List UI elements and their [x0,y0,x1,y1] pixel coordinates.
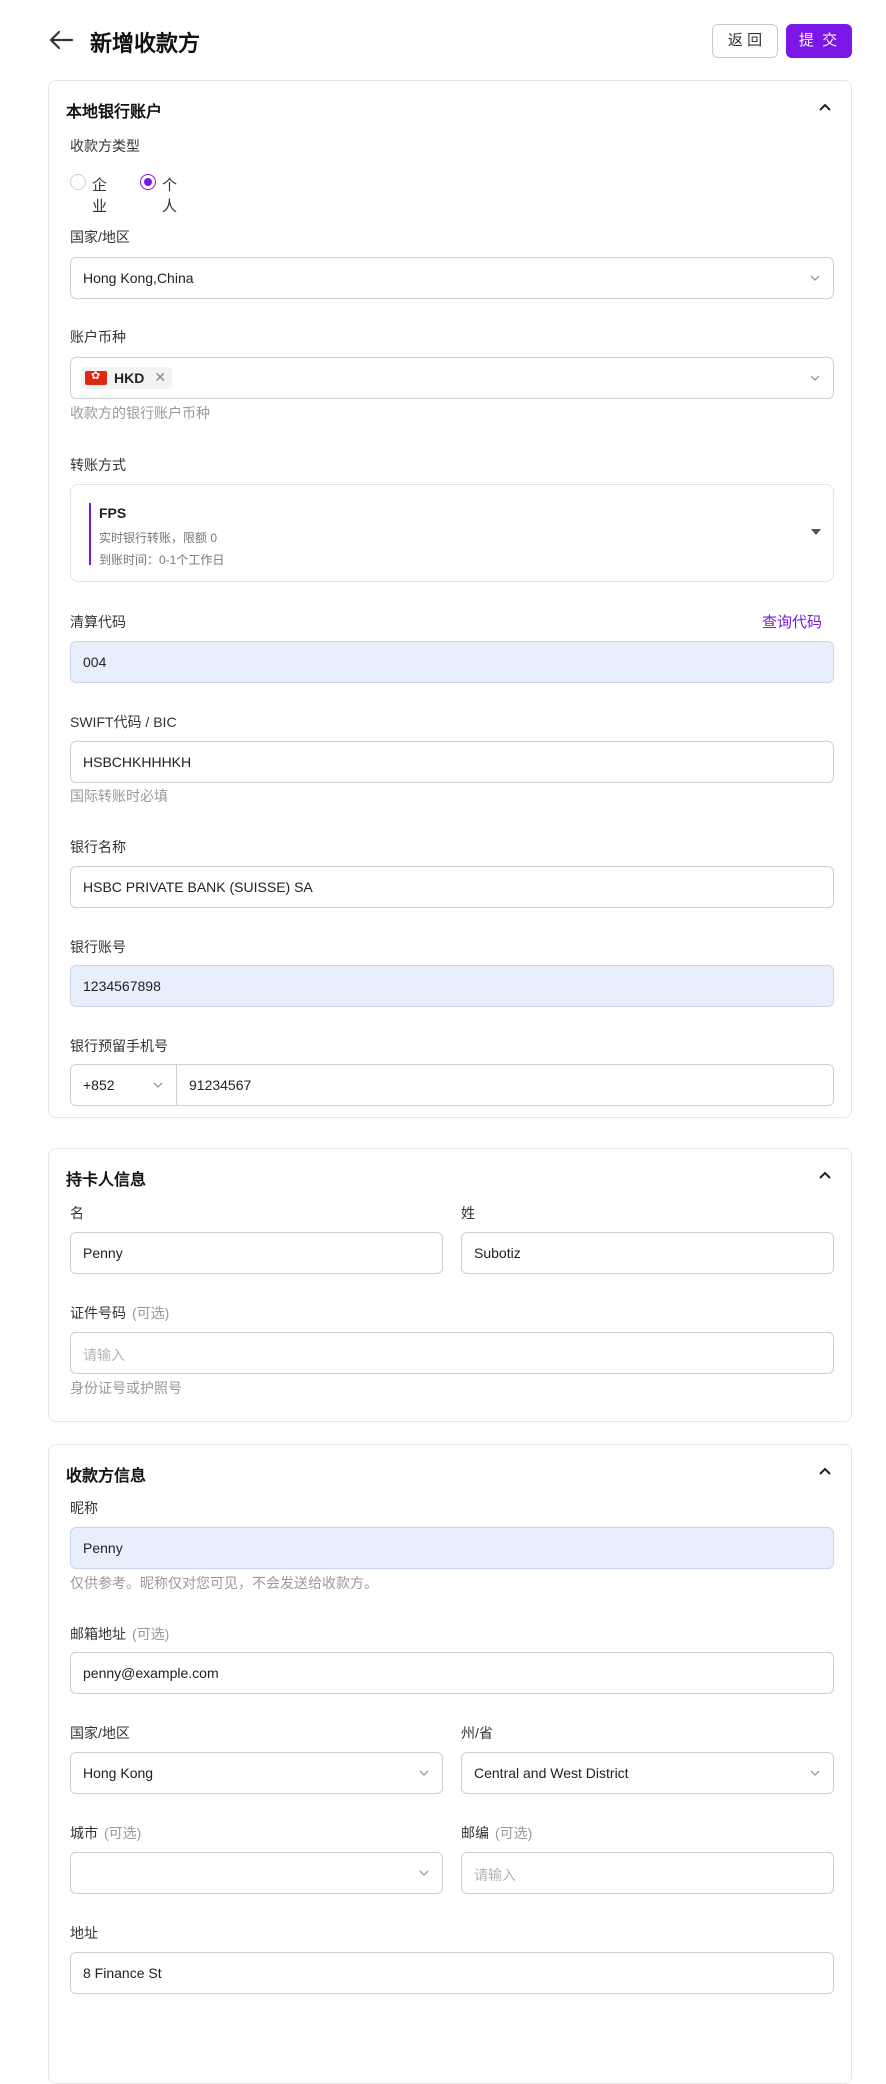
chevron-up-icon[interactable] [817,99,833,115]
currency-tag: HKD ✕ [81,367,173,389]
account-number-input[interactable]: 1234567898 [70,965,834,1007]
id-number-input[interactable]: 请输入 [70,1332,834,1374]
address-input[interactable]: 8 Finance St [70,1952,834,1994]
radio-enterprise-label[interactable]: 企业 [92,174,107,216]
optional-tag: (可选) [132,1626,170,1642]
return-button[interactable]: 返 回 [712,24,778,58]
swift-label: SWIFT代码 / BIC [70,714,177,730]
currency-label: 账户币种 [70,329,126,345]
id-number-label-text: 证件号码 [70,1305,126,1321]
phone-code-select[interactable]: +852 [70,1064,177,1106]
first-name-input[interactable]: Penny [70,1232,443,1274]
transfer-method-select[interactable]: FPS 实时银行转账，限额 0 到账时间：0-1个工作日 [70,484,834,582]
currency-hint: 收款方的银行账户币种 [70,405,210,421]
optional-tag: (可选) [495,1825,533,1841]
bank-name-input[interactable]: HSBC PRIVATE BANK (SUISSE) SA [70,866,834,908]
state-select[interactable]: Central and West District [461,1752,834,1794]
city-label: 城市 (可选) [70,1823,141,1843]
query-code-link[interactable]: 查询代码 [762,611,822,632]
chevron-up-icon[interactable] [817,1463,833,1479]
id-number-label: 证件号码 (可选) [70,1303,169,1323]
clearing-code-label: 清算代码 [70,614,126,630]
radio-enterprise[interactable] [70,174,86,190]
address-label: 地址 [70,1925,98,1941]
page-header: 新增收款方 返 回 提 交 [0,0,886,80]
state-value: Central and West District [474,1765,629,1781]
chevron-down-icon [810,1770,820,1776]
optional-tag: (可选) [104,1825,142,1841]
email-label-text: 邮箱地址 [70,1626,126,1642]
bank-account-section: 本地银行账户 [48,80,852,1118]
radio-individual-label[interactable]: 个人 [162,174,177,216]
section-title: 收款方信息 [66,1468,147,1485]
section-title: 本地银行账户 [66,104,163,121]
city-select[interactable] [70,1852,443,1894]
email-input[interactable]: penny@example.com [70,1652,834,1694]
nickname-label: 昵称 [70,1500,98,1516]
city-label-text: 城市 [70,1825,98,1841]
zip-label: 邮编 (可选) [461,1823,532,1843]
hk-flag-icon [85,369,107,385]
currency-tag-text: HKD [114,370,145,386]
submit-button[interactable]: 提 交 [786,24,852,58]
close-icon[interactable]: ✕ [154,370,166,386]
country-label: 国家/地区 [70,229,130,245]
last-name-label: 姓 [461,1205,475,1221]
page-title: 新增收款方 [90,31,201,56]
swift-value: HSBCHKHHHKH [83,754,192,770]
optional-tag: (可选) [132,1305,170,1321]
swift-input[interactable]: HSBCHKHHHKH [70,741,834,783]
chevron-down-icon [419,1770,429,1776]
radio-individual[interactable] [140,174,156,190]
zip-placeholder: 请输入 [474,1867,516,1883]
nickname-value: Penny [83,1540,123,1556]
state-label: 州/省 [461,1725,493,1741]
payee-country-value: Hong Kong [83,1765,154,1781]
clearing-code-value: 004 [83,654,107,670]
email-value: penny@example.com [83,1665,219,1681]
first-name-value: Penny [83,1245,123,1261]
chevron-down-icon [810,275,820,281]
nickname-hint: 仅供参考。昵称仅对您可见，不会发送给收款方。 [70,1575,378,1591]
transfer-method-label: 转账方式 [70,457,126,473]
id-number-placeholder: 请输入 [83,1347,125,1363]
account-number-value: 1234567898 [83,978,161,994]
payee-country-select[interactable]: Hong Kong [70,1752,443,1794]
last-name-value: Subotiz [474,1245,521,1261]
nickname-input[interactable]: Penny [70,1527,834,1569]
chevron-down-icon [153,1082,163,1088]
bank-name-value: HSBC PRIVATE BANK (SUISSE) SA [83,879,313,895]
payee-country-label: 国家/地区 [70,1725,130,1741]
bank-name-label: 银行名称 [70,839,126,855]
id-number-hint: 身份证号或护照号 [70,1380,182,1396]
chevron-up-icon[interactable] [817,1167,833,1183]
email-label: 邮箱地址 (可选) [70,1624,169,1644]
phone-code-value: +852 [83,1077,115,1093]
chevron-down-icon [810,375,820,381]
country-value: Hong Kong,China [83,270,194,286]
section-title: 持卡人信息 [66,1172,147,1189]
address-value: 8 Finance St [83,1965,162,1981]
clearing-code-input[interactable]: 004 [70,641,834,683]
account-number-label: 银行账号 [70,939,126,955]
method-name: FPS [99,505,127,521]
arrow-left-icon[interactable] [48,27,74,53]
payee-type-label: 收款方类型 [70,138,140,154]
country-select[interactable]: Hong Kong,China [70,257,834,299]
method-arrival-time: 到账时间：0-1个工作日 [99,553,225,567]
zip-input[interactable]: 请输入 [461,1852,834,1894]
phone-number-value: 91234567 [189,1077,252,1093]
phone-label: 银行预留手机号 [70,1038,168,1054]
method-accent-bar [89,503,91,565]
zip-label-text: 邮编 [461,1825,489,1841]
currency-select[interactable]: HKD ✕ [70,357,834,399]
caret-down-icon [811,529,821,535]
phone-number-input[interactable]: 91234567 [176,1064,834,1106]
chevron-down-icon [419,1870,429,1876]
first-name-label: 名 [70,1205,84,1221]
swift-hint: 国际转账时必填 [70,788,168,804]
method-limit: 实时银行转账，限额 0 [99,531,218,545]
last-name-input[interactable]: Subotiz [461,1232,834,1274]
